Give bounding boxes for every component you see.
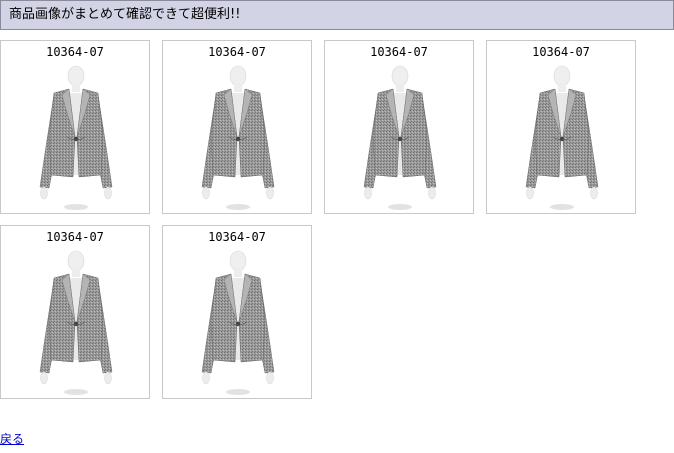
product-card[interactable]: 10364-07 <box>0 225 150 399</box>
product-image[interactable] <box>29 250 123 398</box>
product-code: 10364-07 <box>208 230 266 244</box>
product-code: 10364-07 <box>370 45 428 59</box>
product-card[interactable]: 10364-07 <box>162 40 312 214</box>
product-image[interactable] <box>29 65 123 213</box>
product-image[interactable] <box>353 65 447 213</box>
product-code: 10364-07 <box>208 45 266 59</box>
product-image[interactable] <box>515 65 609 213</box>
product-card[interactable]: 10364-07 <box>486 40 636 214</box>
product-image[interactable] <box>191 250 285 398</box>
header-title: 商品画像がまとめて確認できて超便利!! <box>9 7 241 22</box>
product-code: 10364-07 <box>46 230 104 244</box>
header-bar: 商品画像がまとめて確認できて超便利!! <box>0 0 674 30</box>
product-card[interactable]: 10364-07 <box>162 225 312 399</box>
product-image[interactable] <box>191 65 285 213</box>
product-code: 10364-07 <box>532 45 590 59</box>
product-code: 10364-07 <box>46 45 104 59</box>
product-card[interactable]: 10364-07 <box>324 40 474 214</box>
product-card[interactable]: 10364-07 <box>0 40 150 214</box>
back-link[interactable]: 戻る <box>0 432 24 446</box>
